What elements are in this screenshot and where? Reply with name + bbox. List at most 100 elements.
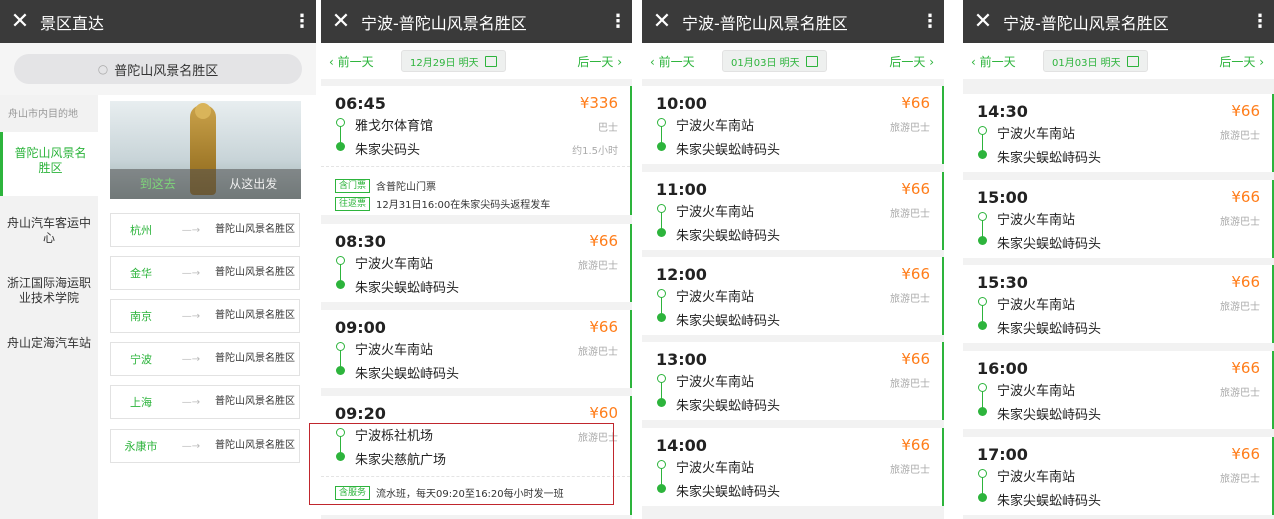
origin-station: 宁波火车南站 [997,213,1076,228]
bus-type: 旅游巴士 [890,379,930,390]
trip-card[interactable]: 10:00 ¥66 旅游巴士 宁波火车南站 朱家尖蜈蚣峙码头 [642,86,944,164]
prev-day-button[interactable]: ‹ 前一天 [963,53,1043,70]
route-from: 杭州 [130,224,152,237]
duration: 约1.5小时 [572,146,618,157]
destination-station: 朱家尖蜈蚣峙码头 [355,281,460,296]
origin-station: 宁波火车南站 [676,290,755,305]
ticket-extra: 含门票 含普陀山门票 [335,178,620,193]
search-text: 普陀山风景名胜区 [114,63,219,79]
app-header: ✕ 宁波-普陀山风景名胜区 ⋮ [963,0,1274,43]
close-icon[interactable]: ✕ [642,9,682,34]
arrow-icon: —→ [181,440,201,452]
prev-day-button[interactable]: ‹ 前一天 [321,53,401,70]
schedule-panel-3: ✕ 宁波-普陀山风景名胜区 ⋮ ‹ 前一天 01月03日 明天 后一天 › 14… [963,0,1274,519]
price: ¥66 [1231,102,1260,120]
price: ¥66 [1231,359,1260,377]
sidebar-item-dinghai-station[interactable]: 舟山定海汽车站 [0,330,98,357]
search-input[interactable]: ○ 普陀山风景名胜区 [14,54,302,84]
trip-list: 14:30 ¥66 旅游巴士 宁波火车南站 朱家尖蜈蚣峙码头 15:00 ¥66… [963,86,1274,519]
trip-card[interactable]: 11:00 ¥66 旅游巴士 宁波火车南站 朱家尖蜈蚣峙码头 [642,172,944,250]
destination-station: 朱家尖蜈蚣峙码头 [997,408,1102,423]
calendar-icon [1126,55,1139,67]
arrow-icon: —→ [181,310,201,322]
depart-from-here-button[interactable]: 从这出发 [206,169,302,199]
route-item[interactable]: 上海 —→ 普陀山风景名胜区 [110,385,300,419]
trip-card[interactable]: 12:00 ¥66 旅游巴士 宁波火车南站 朱家尖蜈蚣峙码头 [642,257,944,335]
search-icon: ○ [97,62,109,76]
bus-type: 旅游巴士 [1220,131,1260,142]
ticket-extra: 往返票 12月31日16:00在朱家尖码头返程发车 [335,196,620,211]
route-item[interactable]: 南京 —→ 普陀山风景名胜区 [110,299,300,333]
sidebar-item-zhoushan-bus-center[interactable]: 舟山汽车客运中心 [0,210,98,252]
next-day-button[interactable]: 后一天 › [577,53,632,70]
sidebar-item-maritime-college[interactable]: 浙江国际海运职业技术学院 [0,270,98,312]
more-icon[interactable]: ⋮ [604,11,632,32]
route-to: 普陀山风景名胜区 [215,353,295,364]
date-picker[interactable]: 01月03日 明天 [1043,50,1148,72]
schedule-panel-2: ✕ 宁波-普陀山风景名胜区 ⋮ ‹ 前一天 01月03日 明天 后一天 › 10… [642,0,944,519]
next-day-button[interactable]: 后一天 › [889,53,944,70]
calendar-icon [484,55,497,67]
route-item[interactable]: 宁波 —→ 普陀山风景名胜区 [110,342,300,376]
date-label: 12月29日 明天 [410,57,479,69]
date-picker[interactable]: 12月29日 明天 [401,50,506,72]
destination-detail: 到这去 从这出发 杭州 —→ 普陀山风景名胜区 金华 —→ 普陀山风景名胜区 南… [98,95,316,519]
destination-dot-icon [657,484,666,493]
close-icon[interactable]: ✕ [963,9,1003,34]
price: ¥60 [589,404,618,422]
trip-card[interactable]: 09:00 ¥66 旅游巴士 宁波火车南站 朱家尖蜈蚣峙码头 [321,310,632,388]
trip-card[interactable]: 08:30 ¥66 旅游巴士 宁波火车南站 朱家尖蜈蚣峙码头 [321,224,632,302]
departure-time: 15:00 [977,188,1028,207]
more-icon[interactable]: ⋮ [916,11,944,32]
more-icon[interactable]: ⋮ [1246,11,1274,32]
origin-dot-icon [978,383,987,392]
trip-card[interactable]: 15:30 ¥66 旅游巴士 宁波火车南站 朱家尖蜈蚣峙码头 [963,265,1274,343]
close-icon[interactable]: ✕ [0,9,40,34]
route-from: 宁波 [130,353,152,366]
bus-type: 旅游巴士 [1220,388,1260,399]
departure-time: 06:45 [335,94,386,113]
trip-card[interactable]: 14:00 ¥66 旅游巴士 宁波火车南站 朱家尖蜈蚣峙码头 [642,428,944,506]
trip-list: 10:00 ¥66 旅游巴士 宁波火车南站 朱家尖蜈蚣峙码头 11:00 ¥66… [642,86,944,519]
origin-dot-icon [336,118,345,127]
arrow-icon: —→ [181,224,201,236]
sidebar-item-putuoshan[interactable]: 普陀山风景名胜区 [0,132,98,196]
route-item[interactable]: 杭州 —→ 普陀山风景名胜区 [110,213,300,247]
bus-type: 旅游巴士 [890,123,930,134]
more-icon[interactable]: ⋮ [288,11,316,32]
route-item[interactable]: 永康市 —→ 普陀山风景名胜区 [110,429,300,463]
trip-card[interactable]: 17:00 ¥66 旅游巴士 宁波火车南站 朱家尖蜈蚣峙码头 [963,437,1274,515]
origin-dot-icon [657,204,666,213]
price: ¥66 [901,350,930,368]
date-picker[interactable]: 01月03日 明天 [722,50,827,72]
route-to: 普陀山风景名胜区 [215,440,295,451]
trip-card[interactable]: 14:30 ¥66 旅游巴士 宁波火车南站 朱家尖蜈蚣峙码头 [963,94,1274,172]
origin-station: 宁波火车南站 [355,343,434,358]
destination-station: 朱家尖蜈蚣峙码头 [997,494,1102,509]
origin-dot-icon [336,342,345,351]
arrow-icon: —→ [181,353,201,365]
origin-station: 宁波火车南站 [997,470,1076,485]
next-day-button[interactable]: 后一天 › [1219,53,1274,70]
page-title: 景区直达 [40,13,105,33]
divider [321,166,630,167]
trip-card[interactable]: 06:45 ¥336 巴士 约1.5小时 雅戈尔体育馆 朱家尖码头 含门票 含普陀… [321,86,632,215]
route-item[interactable]: 金华 —→ 普陀山风景名胜区 [110,256,300,290]
go-here-button[interactable]: 到这去 [110,169,206,199]
prev-day-button[interactable]: ‹ 前一天 [642,53,722,70]
route-to: 普陀山风景名胜区 [215,396,295,407]
close-icon[interactable]: ✕ [321,9,361,34]
bus-type: 旅游巴士 [890,209,930,220]
departure-time: 11:00 [656,180,707,199]
trip-card[interactable]: 15:00 ¥66 旅游巴士 宁波火车南站 朱家尖蜈蚣峙码头 [963,180,1274,258]
route-to: 普陀山风景名胜区 [215,224,295,235]
destination-station: 朱家尖蜈蚣峙码头 [997,151,1102,166]
trip-card[interactable]: 13:00 ¥66 旅游巴士 宁波火车南站 朱家尖蜈蚣峙码头 [642,342,944,420]
arrow-icon: —→ [181,396,201,408]
departure-time: 09:00 [335,318,386,337]
destination-dot-icon [336,366,345,375]
trip-card[interactable]: 16:00 ¥66 旅游巴士 宁波火车南站 朱家尖蜈蚣峙码头 [963,351,1274,429]
route-from: 南京 [130,310,152,323]
destination-station: 朱家尖蜈蚣峙码头 [997,237,1102,252]
departure-time: 09:20 [335,404,386,423]
